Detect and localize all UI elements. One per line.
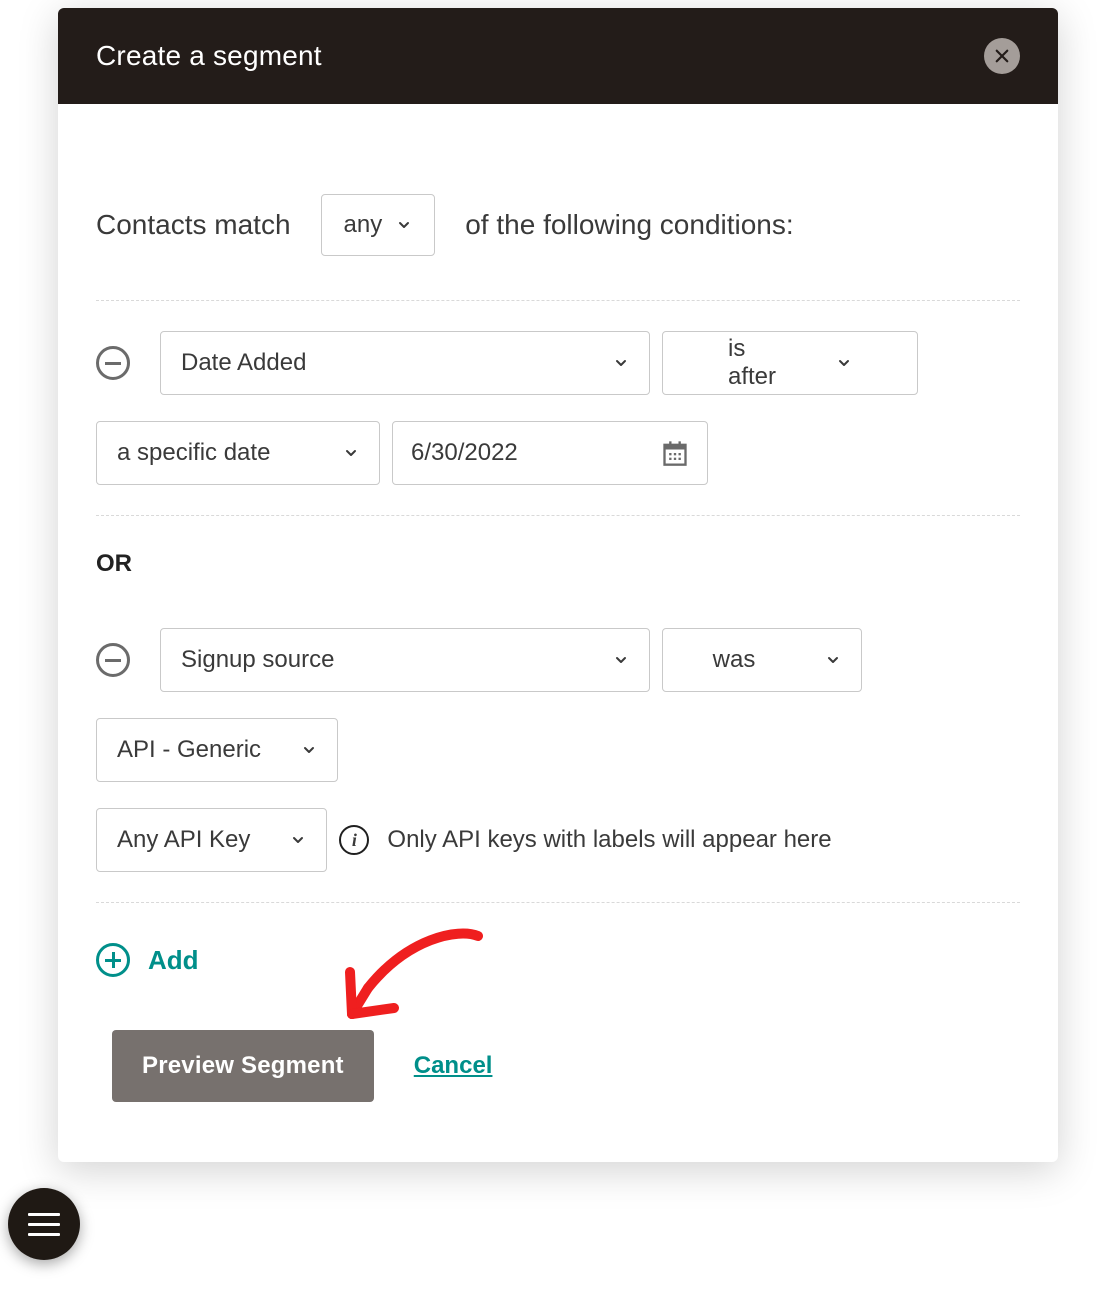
condition-block-2: Signup source was API - Generic	[96, 598, 1020, 903]
match-mode-value: any	[344, 211, 383, 239]
remove-condition-button[interactable]	[96, 643, 130, 677]
modal-header: Create a segment	[58, 8, 1058, 104]
modal-body: Contacts match any of the following cond…	[58, 104, 1058, 1162]
match-condition-row: Contacts match any of the following cond…	[96, 194, 1020, 301]
match-prefix: Contacts match	[96, 209, 291, 241]
menu-button[interactable]	[8, 1188, 80, 1260]
hint-row: i Only API keys with labels will appear …	[339, 825, 831, 855]
value-select-1[interactable]: API - Generic	[96, 718, 338, 782]
cancel-link[interactable]: Cancel	[414, 1052, 493, 1080]
chevron-down-icon	[825, 652, 841, 668]
hamburger-icon	[28, 1213, 60, 1216]
create-segment-modal: Create a segment Contacts match any of t…	[58, 8, 1058, 1162]
hint-text: Only API keys with labels will appear he…	[387, 826, 831, 854]
field-label: Date Added	[181, 349, 613, 377]
match-mode-select[interactable]: any	[321, 194, 436, 256]
close-icon	[993, 47, 1011, 65]
preview-segment-button[interactable]: Preview Segment	[112, 1030, 374, 1102]
remove-condition-button[interactable]	[96, 346, 130, 380]
condition-block-1: Date Added is after a specific date 6/30…	[96, 301, 1020, 516]
date-input[interactable]: 6/30/2022	[392, 421, 708, 485]
date-mode-select[interactable]: a specific date	[96, 421, 380, 485]
minus-icon	[105, 659, 121, 662]
chevron-down-icon	[836, 355, 852, 371]
annotation-arrow-icon	[328, 918, 498, 1038]
add-label: Add	[148, 945, 199, 976]
chevron-down-icon	[343, 445, 359, 461]
chevron-down-icon	[301, 742, 317, 758]
match-suffix: of the following conditions:	[465, 209, 793, 241]
date-mode-label: a specific date	[117, 439, 335, 467]
chevron-down-icon	[613, 652, 629, 668]
minus-icon	[105, 362, 121, 365]
close-button[interactable]	[984, 38, 1020, 74]
operator-label: is after	[728, 335, 796, 391]
modal-title: Create a segment	[96, 40, 322, 72]
chevron-down-icon	[396, 217, 412, 233]
field-select[interactable]: Signup source	[160, 628, 650, 692]
value-label: API - Generic	[117, 736, 281, 764]
chevron-down-icon	[290, 832, 306, 848]
value-label: Any API Key	[117, 826, 270, 854]
chevron-down-icon	[613, 355, 629, 371]
operator-select[interactable]: is after	[662, 331, 918, 395]
date-value: 6/30/2022	[411, 439, 518, 467]
field-label: Signup source	[181, 646, 613, 674]
add-condition-button[interactable]: Add	[96, 943, 199, 977]
value-select-2[interactable]: Any API Key	[96, 808, 327, 872]
operator-label: was	[683, 646, 805, 674]
plus-icon	[96, 943, 130, 977]
info-icon: i	[339, 825, 369, 855]
condition-separator: OR	[96, 550, 1020, 578]
operator-select[interactable]: was	[662, 628, 862, 692]
field-select[interactable]: Date Added	[160, 331, 650, 395]
calendar-icon[interactable]	[661, 439, 689, 467]
action-row: Preview Segment Cancel	[96, 1030, 1020, 1102]
